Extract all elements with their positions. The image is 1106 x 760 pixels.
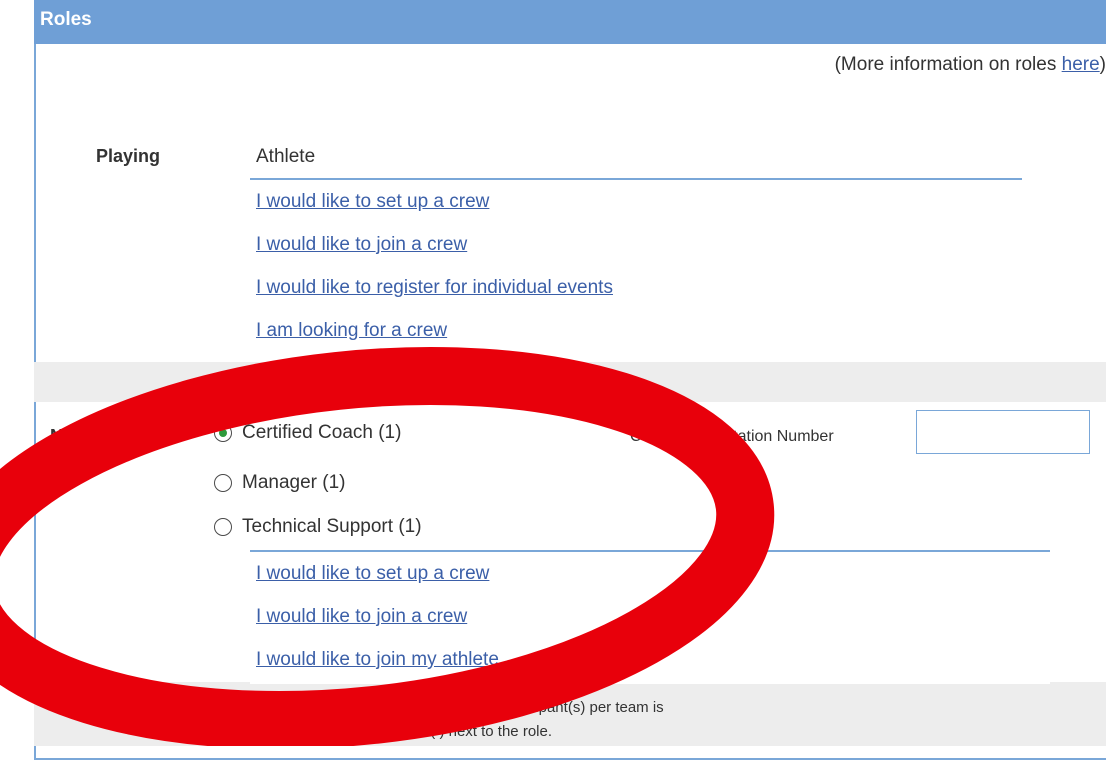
coach-accreditation-label: Coach Accreditation Number <box>630 428 834 445</box>
roles-title: Roles <box>40 9 92 30</box>
link-set-up-crew[interactable]: I would like to set up a crew <box>250 552 1050 595</box>
more-info-text: (More information on roles here) <box>835 54 1106 76</box>
more-info-link[interactable]: here <box>1062 54 1100 75</box>
coach-accreditation-input[interactable] <box>916 410 1090 454</box>
radio-certified-coach[interactable]: Certified Coach (1) <box>214 422 401 444</box>
link-looking-for-crew[interactable]: I am looking for a crew <box>250 309 1022 352</box>
link-join-crew[interactable]: I would like to join a crew <box>250 223 1022 266</box>
radio-checked-icon[interactable] <box>214 424 232 442</box>
radio-label: Technical Support (1) <box>242 516 422 537</box>
radio-icon[interactable] <box>214 518 232 536</box>
roles-header: Roles <box>34 0 1106 44</box>
radio-technical-support[interactable]: Technical Support (1) <box>214 516 422 538</box>
nonplaying-links-box: I would like to set up a crew I would li… <box>250 550 1050 684</box>
note-line: represented by the number ( ) next to th… <box>246 723 552 740</box>
section-separator <box>34 362 1106 402</box>
nonplaying-label: Non-playing <box>50 426 154 446</box>
link-set-up-crew[interactable]: I would like to set up a crew <box>250 180 1022 223</box>
athlete-role: Athlete <box>256 146 316 167</box>
nonplaying-note: The maximum number of non-playing partic… <box>246 696 1046 744</box>
radio-label: Certified Coach (1) <box>242 422 402 443</box>
link-join-athlete[interactable]: I would like to join my athlete <box>250 638 1050 681</box>
link-join-crew[interactable]: I would like to join a crew <box>250 595 1050 638</box>
more-info-suffix: ) <box>1099 54 1106 75</box>
playing-links-box: I would like to set up a crew I would li… <box>250 178 1022 360</box>
note-line: The maximum number of non-playing partic… <box>246 699 664 716</box>
more-info-prefix: (More information on roles <box>834 54 1062 75</box>
link-register-individual[interactable]: I would like to register for individual … <box>250 266 1022 309</box>
radio-icon[interactable] <box>214 474 232 492</box>
playing-label: Playing <box>96 146 161 166</box>
radio-label: Manager (1) <box>242 472 346 493</box>
radio-manager[interactable]: Manager (1) <box>214 472 346 494</box>
